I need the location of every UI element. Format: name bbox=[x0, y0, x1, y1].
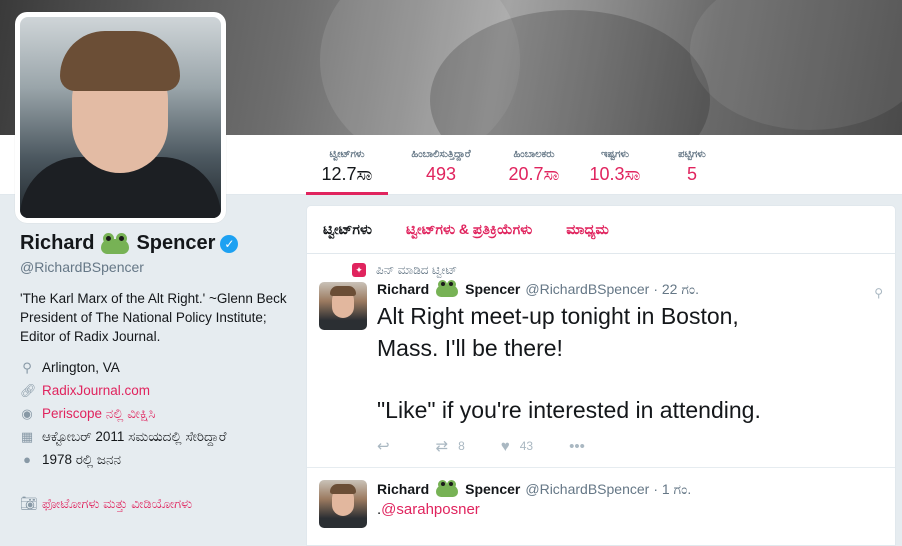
stat-value: 493 bbox=[425, 164, 457, 184]
tweet-text-line: Alt Right meet-up tonight in Boston, bbox=[377, 303, 739, 329]
tweet-time[interactable]: · 22 ಗಂ. bbox=[653, 281, 699, 298]
tweet-geo-icon[interactable]: ⚲ bbox=[874, 286, 883, 300]
profile-card: Richard Spencer ✓ @RichardBSpencer 'The … bbox=[20, 232, 290, 512]
born-text: 1978 ರಲ್ಲಿ ಜನನ bbox=[42, 451, 121, 467]
stat-label: ಇಷ್ಟಗಳು bbox=[600, 149, 630, 160]
tweet-actions: ↩ ⇄ 8 ♥ 43 ••• bbox=[377, 426, 883, 466]
banner-shape bbox=[690, 0, 902, 130]
tab-tweets-replies[interactable]: ಟ್ವೀಟ್‌ಗಳು & ಪ್ರತಿಕ್ರಿಯೆಗಳು bbox=[406, 221, 532, 238]
profile-birthday: ● 1978 ರಲ್ಲಿ ಜನನ bbox=[20, 448, 290, 471]
reply-icon: ↩ bbox=[377, 438, 390, 455]
profile-handle[interactable]: @RichardBSpencer bbox=[20, 259, 290, 275]
photos-label: ಫೋಟೋಗಳು ಮತ್ತು ವೀಡಿಯೋಗಳು bbox=[42, 495, 193, 511]
stat-following[interactable]: ಹಿಂಬಾಲಿಸುತ್ತಿದ್ದಾರೆ 493 bbox=[398, 149, 484, 195]
pin-icon: ✦ bbox=[352, 263, 366, 277]
profile-location: ⚲ Arlington, VA bbox=[20, 356, 290, 379]
map-pin-icon: ⚲ bbox=[22, 359, 32, 375]
more-button[interactable]: ••• bbox=[569, 438, 595, 455]
verified-badge-icon: ✓ bbox=[220, 234, 239, 253]
periscope-icon: ◉ bbox=[21, 405, 33, 421]
tweet-avatar[interactable] bbox=[319, 480, 367, 528]
stat-label: ಹಿಂಬಾಲಕರು bbox=[513, 149, 555, 160]
stat-label: ಹಿಂಬಾಲಿಸುತ್ತಿದ್ದಾರೆ bbox=[411, 149, 471, 160]
location-text: Arlington, VA bbox=[42, 360, 120, 375]
tweet[interactable]: Richard Spencer @RichardBSpencer · 1 ಗಂ.… bbox=[307, 468, 895, 545]
periscope-link[interactable]: Periscope ನಲ್ಲಿ ವೀಕ್ಷಿಸಿ bbox=[42, 406, 155, 422]
avatar-hair bbox=[60, 31, 180, 91]
stat-value: 20.7ಸಾ bbox=[508, 164, 560, 184]
stat-label: ಟ್ವೀಟ್‌ಗಳು bbox=[329, 149, 365, 160]
retweet-button[interactable]: ⇄ 8 bbox=[436, 437, 465, 455]
stat-tweets[interactable]: ಟ್ವೀಟ್‌ಗಳು 12.7ಸಾ bbox=[306, 149, 388, 195]
timeline-tabs: ಟ್ವೀಟ್‌ಗಳು ಟ್ವೀಟ್‌ಗಳು & ಪ್ರತಿಕ್ರಿಯೆಗಳು ಮ… bbox=[307, 206, 895, 254]
profile-website: 🔗︎ RadixJournal.com bbox=[20, 379, 290, 402]
reply-button[interactable]: ↩ bbox=[377, 437, 400, 455]
tweet-author-last[interactable]: Spencer bbox=[465, 281, 520, 297]
tweet-pinned[interactable]: ✦ ಪಿನ್ ಮಾಡಿದ ಟ್ವೀಟ್ ⚲ Richard Spencer @R… bbox=[307, 254, 895, 468]
avatar bbox=[20, 17, 221, 218]
pinned-label: ✦ ಪಿನ್ ಮಾಡಿದ ಟ್ವೀಟ್ bbox=[352, 254, 883, 278]
profile-last-name: Spencer bbox=[136, 232, 216, 254]
profile-first-name: Richard bbox=[20, 232, 95, 254]
more-icon: ••• bbox=[569, 437, 585, 455]
profile-meta: ⚲ Arlington, VA 🔗︎ RadixJournal.com ◉ Pe… bbox=[20, 356, 290, 471]
tweet-handle[interactable]: @RichardBSpencer bbox=[525, 481, 649, 497]
heart-icon: ♥ bbox=[500, 437, 510, 455]
stat-value: 5 bbox=[686, 164, 697, 184]
balloon-icon: ● bbox=[23, 452, 31, 467]
profile-avatar[interactable] bbox=[15, 12, 226, 223]
frog-emoji-icon bbox=[435, 480, 459, 498]
profile-periscope: ◉ Periscope ನಲ್ಲಿ ವೀಕ್ಷಿಸಿ bbox=[20, 402, 290, 425]
frog-emoji-icon bbox=[435, 280, 459, 298]
retweet-icon: ⇄ bbox=[435, 438, 449, 455]
tweet-handle[interactable]: @RichardBSpencer bbox=[525, 281, 649, 297]
stat-label: ಪಟ್ಟಿಗಳು bbox=[678, 149, 706, 160]
timeline: ಟ್ವೀಟ್‌ಗಳು ಟ್ವೀಟ್‌ಗಳು & ಪ್ರತಿಕ್ರಿಯೆಗಳು ಮ… bbox=[306, 205, 896, 546]
stat-value: 12.7ಸಾ bbox=[321, 164, 373, 184]
camera-icon: 📷︎ bbox=[20, 495, 38, 511]
profile-bio: 'The Karl Marx of the Alt Right.' ~Glenn… bbox=[20, 291, 287, 344]
tweet-author-first[interactable]: Richard bbox=[377, 481, 429, 497]
tweet-author-first[interactable]: Richard bbox=[377, 281, 429, 297]
like-button[interactable]: ♥ 43 bbox=[501, 438, 533, 455]
mention-link[interactable]: @sarahposner bbox=[381, 501, 480, 518]
profile-joined: ▦ ಆಕ್ಟೋಬರ್ 2011 ಸಮಯದಲ್ಲಿ ಸೇರಿದ್ದಾರೆ bbox=[20, 425, 290, 448]
pinned-text: ಪಿನ್ ಮಾಡಿದ ಟ್ವೀಟ್ bbox=[376, 262, 458, 277]
tweet-text: Alt Right meet-up tonight in Boston, Mas… bbox=[377, 300, 883, 426]
tweet-text-line: "Like" if you're interested in attending… bbox=[377, 397, 761, 423]
tweet-text-line: Mass. I'll be there! bbox=[377, 335, 563, 361]
like-count: 43 bbox=[519, 439, 534, 453]
website-link[interactable]: RadixJournal.com bbox=[42, 383, 150, 398]
stat-lists[interactable]: ಪಟ್ಟಿಗಳು 5 bbox=[664, 149, 720, 195]
frog-emoji-icon bbox=[100, 232, 130, 255]
tweet-time[interactable]: · 1 ಗಂ. bbox=[653, 481, 691, 498]
joined-text: ಆಕ್ಟೋಬರ್ 2011 ಸಮಯದಲ್ಲಿ ಸೇರಿದ್ದಾರೆ bbox=[42, 428, 227, 444]
tab-tweets[interactable]: ಟ್ವೀಟ್‌ಗಳು bbox=[323, 221, 372, 238]
retweet-count: 8 bbox=[458, 439, 465, 453]
photos-videos-link[interactable]: 📷︎ ಫೋಟೋಗಳು ಮತ್ತು ವೀಡಿಯೋಗಳು bbox=[20, 495, 290, 512]
calendar-icon: ▦ bbox=[20, 428, 34, 444]
tweet-avatar[interactable] bbox=[319, 282, 367, 330]
stat-followers[interactable]: ಹಿಂಬಾಲಕರು 20.7ಸಾ bbox=[500, 149, 568, 195]
tweet-header: Richard Spencer @RichardBSpencer · 22 ಗಂ… bbox=[377, 278, 883, 300]
tweet-author-last[interactable]: Spencer bbox=[465, 481, 520, 497]
stat-likes[interactable]: ಇಷ್ಟಗಳು 10.3ಸಾ bbox=[584, 149, 646, 195]
profile-name[interactable]: Richard Spencer ✓ bbox=[20, 232, 290, 255]
stat-value: 10.3ಸಾ bbox=[589, 164, 641, 184]
link-icon: 🔗︎ bbox=[20, 382, 37, 398]
tab-media[interactable]: ಮಾಧ್ಯಮ bbox=[566, 221, 609, 238]
tweet-header: Richard Spencer @RichardBSpencer · 1 ಗಂ. bbox=[377, 478, 883, 500]
tweet-text: .@sarahposner bbox=[377, 500, 883, 520]
